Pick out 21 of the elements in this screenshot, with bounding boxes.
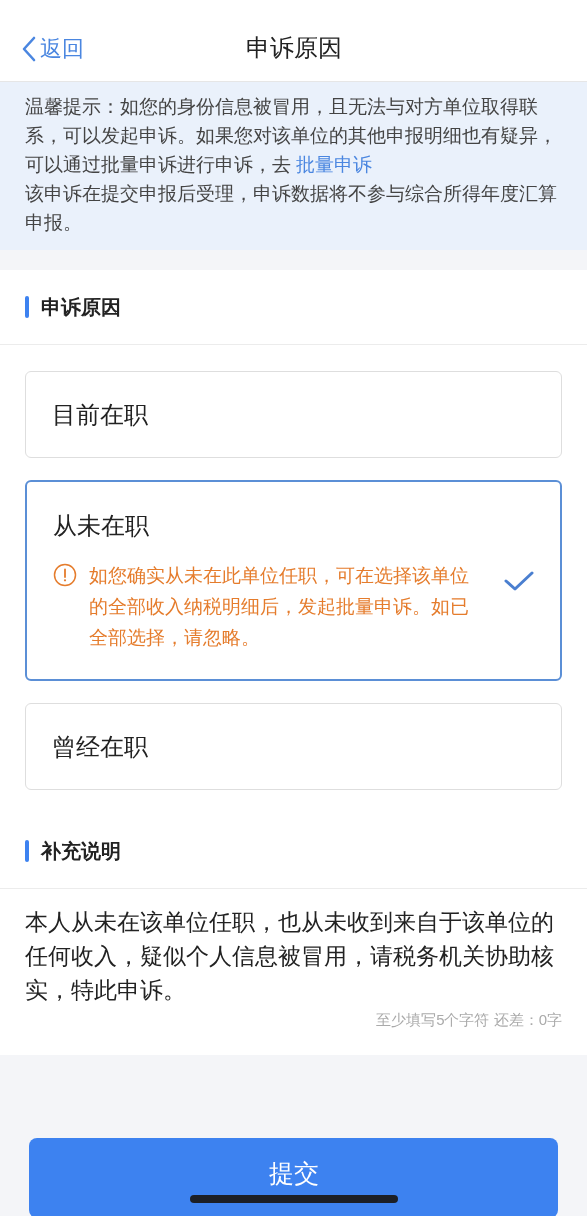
option-label: 曾经在职 [52, 731, 149, 762]
section-title: 补充说明 [41, 839, 121, 864]
option-card[interactable]: 目前在职 [25, 371, 562, 458]
char-counter: 至少填写5个字符 还差：0字 [376, 1010, 562, 1030]
option-note: 如您确实从未在此单位任职，可在选择该单位的全部收入纳税明细后，发起批量申诉。如已全部选择，请忽略。 [89, 564, 469, 650]
back-icon [22, 35, 36, 62]
section-title: 申诉原因 [41, 295, 121, 320]
section-marker [25, 840, 29, 862]
option-card[interactable]: 曾经在职 [25, 703, 562, 790]
info-icon [53, 563, 77, 587]
page-title: 申诉原因 [245, 32, 342, 63]
notice-text: 该申诉在提交申报后受理，申诉数据将不参与综合所得年度汇算申报。 [25, 182, 558, 235]
back-button[interactable]: 返回 [22, 32, 84, 65]
submit-button[interactable]: 提交 [29, 1138, 558, 1216]
notice-text: 温馨提示：如您的身份信息被冒用，且无法与对方单位取得联系，可以发起申诉。如果您对该单位的其他申报明细也有疑异，可以通过批量申诉进行申诉，去 批量申诉 [25, 95, 558, 177]
option-label: 目前在职 [52, 399, 149, 430]
remark-field[interactable]: 本人从未在该单位任职，也从未收到来自于该单位的任何收入，疑似个人信息被冒用，请税务机关协助核实，特此申诉。 [25, 905, 562, 1007]
option-label: 从未在职 [53, 511, 150, 541]
option-card[interactable]: 从未在职 如您确实从未在此单位任职，可在选择该单位的全部收入纳税明细后，发起批量申诉。如已全部选择，请忽略。 [25, 480, 562, 681]
check-icon [504, 569, 534, 592]
section-marker [25, 296, 29, 318]
